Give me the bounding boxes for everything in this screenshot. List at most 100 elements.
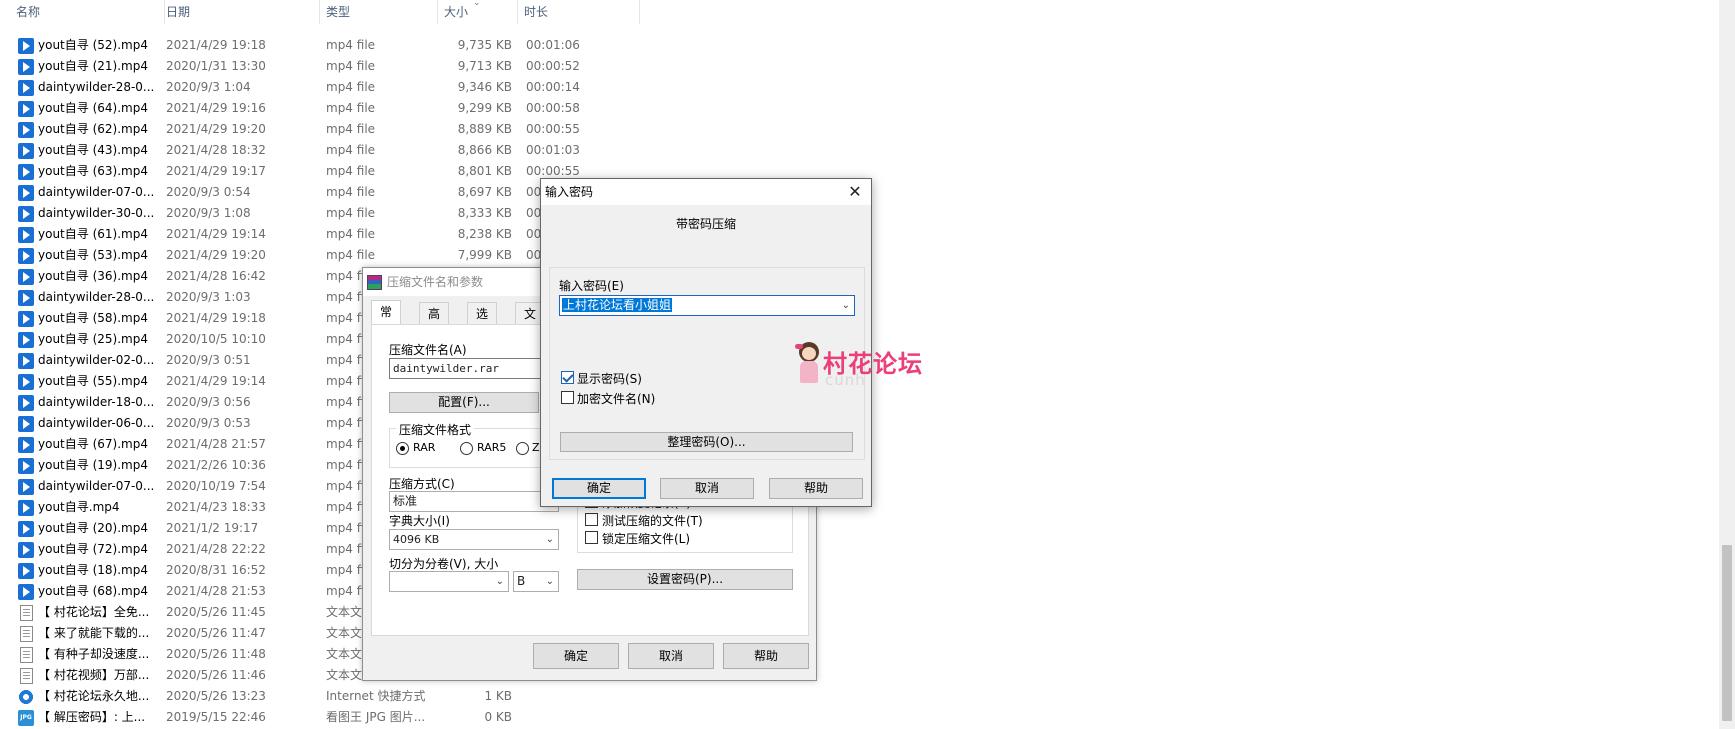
video-file-icon	[18, 437, 34, 453]
sort-descending-icon: ⌄	[473, 0, 481, 8]
format-zip-radio[interactable]	[516, 442, 529, 455]
file-date: 2021/4/29 19:20	[166, 122, 266, 136]
file-date: 2020/8/31 16:52	[166, 563, 266, 577]
file-date: 2021/4/28 18:32	[166, 143, 266, 157]
file-name: yout自寻 (52).mp4	[38, 38, 148, 52]
file-row[interactable]: yout自寻 (52).mp4 2021/4/29 19:18 mp4 file 9,…	[0, 35, 640, 56]
file-duration: 00	[526, 206, 542, 220]
file-name: yout自寻 (43).mp4	[38, 143, 148, 157]
jpg-file-icon: JPG	[18, 710, 34, 726]
file-row[interactable]: yout自寻 (62).mp4 2021/4/29 19:20 mp4 file 8,…	[0, 119, 640, 140]
video-file-icon	[18, 185, 34, 201]
format-rar-radio[interactable]	[396, 442, 409, 455]
file-size: 8,889 KB	[457, 122, 512, 136]
file-name: daintywilder-06-0...	[38, 416, 155, 430]
lock-archive-label: 锁定压缩文件(L)	[602, 532, 691, 546]
file-type: mp4 fi	[326, 416, 365, 430]
file-name: 【 村花视频】万部...	[38, 668, 150, 682]
vertical-scrollbar[interactable]	[1719, 0, 1735, 729]
file-size: 0 KB	[484, 710, 512, 724]
file-duration: 00:00:14	[526, 80, 580, 94]
file-duration: 00	[526, 185, 542, 199]
file-type: mp4 fi	[326, 437, 365, 451]
archive-help-button[interactable]: 帮助	[723, 643, 809, 669]
file-name: yout自寻 (62).mp4	[38, 122, 148, 136]
file-row[interactable]: yout自寻 (21).mp4 2020/1/31 13:30 mp4 file 9,…	[0, 56, 640, 77]
archive-dialog-title: 压缩文件名和参数	[387, 275, 484, 289]
file-name: yout自寻 (36).mp4	[38, 269, 148, 283]
file-row[interactable]: yout自寻 (43).mp4 2021/4/28 18:32 mp4 file 8,…	[0, 140, 640, 161]
file-date: 2020/9/3 0:54	[166, 185, 251, 199]
split-size-select[interactable]: ⌄	[389, 571, 509, 592]
file-date: 2020/9/3 1:03	[166, 290, 251, 304]
password-help-button[interactable]: 帮助	[769, 478, 863, 499]
file-row[interactable]: yout自寻 (64).mp4 2021/4/29 19:16 mp4 file 9,…	[0, 98, 640, 119]
file-date: 2021/4/28 16:42	[166, 269, 266, 283]
dictionary-size-select[interactable]: 4096 KB ⌄	[389, 529, 559, 550]
password-dialog-titlebar[interactable]: 输入密码	[541, 179, 871, 205]
show-password-checkbox[interactable]	[561, 371, 574, 384]
column-header-date[interactable]: 日期	[160, 0, 320, 24]
format-rar5-label: RAR5	[477, 441, 507, 454]
file-type: 看图王 JPG 图片...	[326, 710, 426, 724]
split-unit-select[interactable]: B ⌄	[513, 571, 559, 592]
set-password-button[interactable]: 设置密码(P)...	[577, 569, 793, 590]
tab-advanced[interactable]: 高级	[419, 302, 450, 343]
file-type: mp4 file	[326, 185, 376, 199]
file-row[interactable]: 【 村花论坛永久地... 2020/5/26 13:23 Internet 快捷方式…	[0, 686, 640, 707]
file-size: 9,346 KB	[457, 80, 512, 94]
file-row[interactable]: daintywilder-28-0... 2020/9/3 1:04 mp4 fil…	[0, 77, 640, 98]
file-name: yout自寻 (19).mp4	[38, 458, 148, 472]
password-ok-button[interactable]: 确定	[552, 478, 646, 499]
file-type: 文本文	[326, 668, 363, 682]
format-rar5-radio[interactable]	[460, 442, 473, 455]
video-file-icon	[18, 143, 34, 159]
file-duration: 00:01:06	[526, 38, 580, 52]
tab-options[interactable]: 选项	[467, 302, 498, 343]
encrypt-filenames-checkbox[interactable]	[561, 391, 574, 404]
file-type: mp4 fi	[326, 563, 365, 577]
password-cancel-button[interactable]: 取消	[660, 478, 754, 499]
test-files-checkbox[interactable]	[585, 513, 598, 526]
column-header-name[interactable]: 名称	[10, 0, 165, 24]
chevron-down-icon[interactable]: ⌄	[842, 296, 850, 315]
archive-name-label: 压缩文件名(A)	[389, 343, 467, 357]
scrollbar-thumb[interactable]	[1722, 545, 1732, 721]
file-date: 2020/9/3 0:53	[166, 416, 251, 430]
show-password-label: 显示密码(S)	[577, 372, 642, 386]
file-type: mp4 fi	[326, 311, 365, 325]
file-name: yout自寻 (72).mp4	[38, 542, 148, 556]
method-select[interactable]: 标准 ⌄	[389, 491, 559, 512]
file-type: mp4 file	[326, 248, 376, 262]
video-file-icon	[18, 416, 34, 432]
file-name: daintywilder-07-0...	[38, 185, 155, 199]
archive-cancel-button[interactable]: 取消	[628, 643, 714, 669]
test-files-label: 测试压缩的文件(T)	[602, 514, 703, 528]
file-name: 【 有种子却没速度...	[38, 647, 150, 661]
method-value: 标准	[393, 494, 418, 508]
profiles-button[interactable]: 配置(F)...	[389, 392, 539, 413]
lock-archive-checkbox[interactable]	[585, 531, 598, 544]
video-file-icon	[18, 332, 34, 348]
file-date: 2021/4/29 19:18	[166, 311, 266, 325]
file-type: mp4 file	[326, 80, 376, 94]
tab-general[interactable]: 常规	[371, 300, 402, 341]
organize-passwords-button[interactable]: 整理密码(O)...	[560, 432, 853, 452]
file-date: 2020/9/3 1:04	[166, 80, 251, 94]
file-row[interactable]: JPG 【 解压密码】: 上... 2019/5/15 22:46 看图王 JPG 图…	[0, 707, 640, 728]
archive-format-label: 压缩文件格式	[396, 421, 475, 438]
file-size: 9,299 KB	[457, 101, 512, 115]
file-type: mp4 file	[326, 164, 376, 178]
column-header-type[interactable]: 类型	[320, 0, 438, 24]
video-file-icon	[18, 521, 34, 537]
column-header-duration[interactable]: 时长	[518, 0, 640, 24]
file-date: 2021/2/26 10:36	[166, 458, 266, 472]
archive-ok-button[interactable]: 确定	[533, 643, 619, 669]
password-input[interactable]: 上村花论坛看小姐姐 ⌄	[559, 295, 855, 316]
file-date: 2021/4/29 19:16	[166, 101, 266, 115]
video-file-icon	[18, 563, 34, 579]
close-icon[interactable]: ✕	[845, 179, 865, 205]
video-file-icon	[18, 227, 34, 243]
file-date: 2020/9/3 0:51	[166, 353, 251, 367]
video-file-icon	[18, 395, 34, 411]
